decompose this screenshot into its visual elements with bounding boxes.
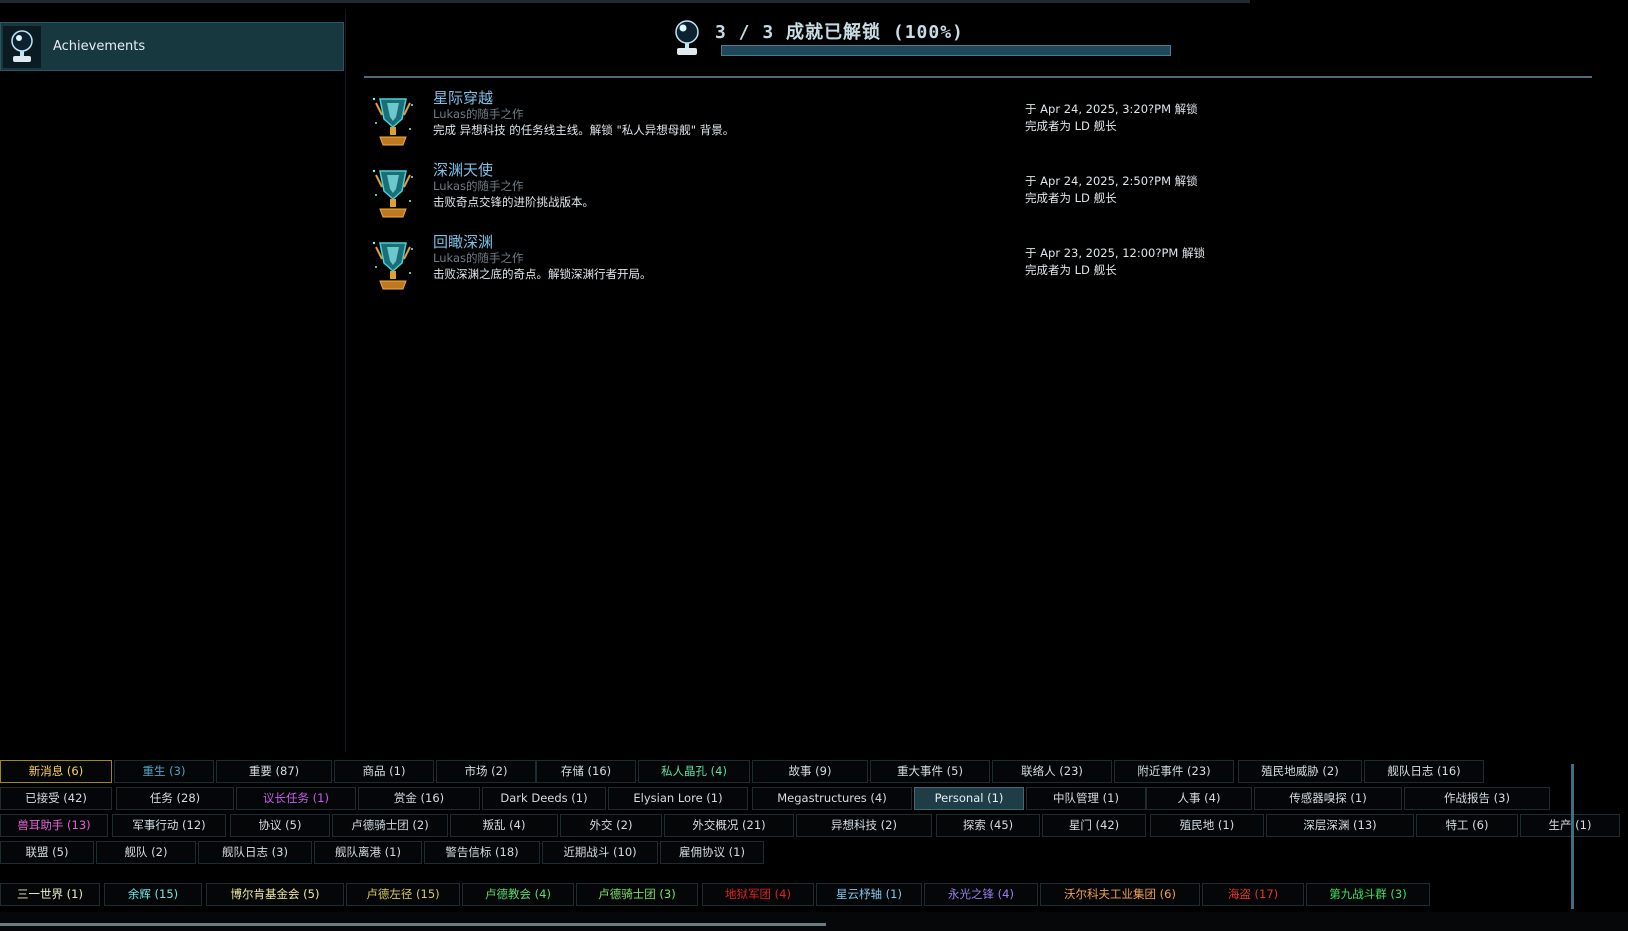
filter-tab[interactable]: 舰队离港 (1)	[314, 841, 422, 864]
achievement-title: 星际穿越	[433, 89, 494, 107]
filter-tab[interactable]: 联络人 (23)	[992, 760, 1112, 783]
filter-tab[interactable]: 中队管理 (1)	[1026, 787, 1146, 810]
unlock-date: 于 Apr 24, 2025, 2:50?PM 解锁	[1025, 174, 1198, 188]
page-title: 3 / 3 成就已解锁 (100%)	[715, 22, 964, 43]
filter-tab[interactable]: 探索 (45)	[936, 814, 1040, 837]
sidebar-item-label: Achievements	[53, 39, 146, 54]
achievement-globe-icon	[3, 25, 41, 68]
filter-tab[interactable]: 舰队 (2)	[96, 841, 196, 864]
achievement-author: Lukas的随手之作	[433, 179, 524, 193]
filter-tab[interactable]: 特工 (6)	[1416, 814, 1518, 837]
top-edge	[0, 0, 1250, 3]
achievement-author: Lukas的随手之作	[433, 107, 524, 121]
filter-tab[interactable]: 已接受 (42)	[0, 787, 112, 810]
faction-filter-tab[interactable]: 卢德左径 (15)	[346, 883, 460, 906]
filter-tab[interactable]: 警告信标 (18)	[424, 841, 540, 864]
achievement-description: 击败深渊之底的奇点。解锁深渊行者开局。	[433, 267, 652, 281]
unlock-date: 于 Apr 24, 2025, 3:20?PM 解锁	[1025, 102, 1198, 116]
completed-by: 完成者为 LD 舰长	[1025, 263, 1117, 277]
faction-filter-tab[interactable]: 星云杼轴 (1)	[816, 883, 922, 906]
filter-tab[interactable]: 军事行动 (12)	[112, 814, 226, 837]
filter-tab[interactable]: 附近事件 (23)	[1114, 760, 1234, 783]
filter-tab[interactable]: 议长任务 (1)	[236, 787, 356, 810]
trophy-icon	[368, 165, 418, 223]
achievement-title: 回瞰深渊	[433, 233, 494, 251]
filter-tab[interactable]: 舰队日志 (3)	[198, 841, 312, 864]
filter-tab[interactable]: 传感器嗅探 (1)	[1254, 787, 1402, 810]
filter-tab[interactable]: 重生 (3)	[114, 760, 214, 783]
filter-tab[interactable]: 雇佣协议 (1)	[660, 841, 764, 864]
filter-tab[interactable]: 重大事件 (5)	[870, 760, 990, 783]
trophy-icon	[368, 93, 418, 151]
sidebar-item-achievements[interactable]: Achievements	[0, 22, 344, 71]
filter-tab[interactable]: 殖民地威胁 (2)	[1238, 760, 1362, 783]
unlock-progress-bar	[721, 45, 1171, 56]
filter-tab[interactable]: 外交概况 (21)	[664, 814, 794, 837]
filter-tab[interactable]: 生产 (1)	[1520, 814, 1620, 837]
filter-tab[interactable]: 联盟 (5)	[0, 841, 94, 864]
filter-tab[interactable]: 近期战斗 (10)	[542, 841, 658, 864]
filter-tab[interactable]: 外交 (2)	[560, 814, 662, 837]
faction-filter-tab[interactable]: 地狱军团 (4)	[702, 883, 814, 906]
faction-filter-tab[interactable]: 卢德骑士团 (3)	[576, 883, 698, 906]
filter-tab[interactable]: 叛乱 (4)	[450, 814, 558, 837]
achievement-row: 深渊天使 Lukas的随手之作击败奇点交锋的进阶挑战版本。 于 Apr 24, 20…	[368, 159, 1368, 231]
filter-tab[interactable]: 故事 (9)	[752, 760, 868, 783]
filter-tab[interactable]: 殖民地 (1)	[1150, 814, 1264, 837]
achievement-row: 星际穿越 Lukas的随手之作完成 异想科技 的任务线主线。解锁 "私人异想母舰"…	[368, 87, 1368, 159]
filter-tab[interactable]: 市场 (2)	[436, 760, 536, 783]
faction-filter-tab[interactable]: 余辉 (15)	[104, 883, 202, 906]
filter-tab[interactable]: Megastructures (4)	[752, 787, 912, 810]
filter-tab[interactable]: 协议 (5)	[230, 814, 330, 837]
trophy-icon	[368, 237, 418, 295]
faction-filter-tab[interactable]: 第九战斗群 (3)	[1306, 883, 1430, 906]
filter-tab[interactable]: Personal (1)	[914, 787, 1024, 810]
filter-tab[interactable]: 作战报告 (3)	[1404, 787, 1550, 810]
faction-filter-tab[interactable]: 沃尔科夫工业集团 (6)	[1040, 883, 1200, 906]
achievement-description: 击败奇点交锋的进阶挑战版本。	[433, 195, 594, 209]
filter-tab[interactable]: Elysian Lore (1)	[608, 787, 748, 810]
faction-filter-tab[interactable]: 三一世界 (1)	[0, 883, 100, 906]
filter-tab[interactable]: 重要 (87)	[216, 760, 332, 783]
faction-filter-tab[interactable]: 永光之锋 (4)	[924, 883, 1038, 906]
filter-tab[interactable]: 商品 (1)	[334, 760, 434, 783]
filter-scrollbar[interactable]	[1571, 764, 1574, 909]
completed-by: 完成者为 LD 舰长	[1025, 191, 1117, 205]
achievement-globe-icon	[672, 18, 702, 58]
message-filter-panel: 新消息 (6) 重生 (3) 重要 (87) 商品 (1) 市场 (2) 存储 (16) 私…	[0, 752, 1628, 931]
achievement-row: 回瞰深渊 Lukas的随手之作击败深渊之底的奇点。解锁深渊行者开局。 于 Apr 2…	[368, 231, 1368, 303]
faction-filter-tab[interactable]: 博尔肯基金会 (5)	[206, 883, 344, 906]
filter-tab[interactable]: 舰队日志 (16)	[1364, 760, 1484, 783]
filter-tab[interactable]: 深层深渊 (13)	[1266, 814, 1414, 837]
filter-tab[interactable]: 私人晶孔 (4)	[638, 760, 750, 783]
filter-tab[interactable]: 任务 (28)	[116, 787, 234, 810]
filter-tab[interactable]: 星门 (42)	[1042, 814, 1146, 837]
bottom-highlight	[0, 923, 826, 926]
achievement-title: 深渊天使	[433, 161, 494, 179]
completed-by: 完成者为 LD 舰长	[1025, 119, 1117, 133]
unlock-date: 于 Apr 23, 2025, 12:00?PM 解锁	[1025, 246, 1205, 260]
filter-tab[interactable]: 异想科技 (2)	[796, 814, 932, 837]
filter-tab[interactable]: Dark Deeds (1)	[482, 787, 606, 810]
filter-tab[interactable]: 新消息 (6)	[0, 760, 112, 783]
header-divider	[364, 76, 1592, 78]
progress-fill	[722, 46, 1170, 55]
faction-filter-tab[interactable]: 卢德教会 (4)	[462, 883, 574, 906]
bottom-bar	[0, 912, 1628, 931]
achievements-header: 3 / 3 成就已解锁 (100%)	[360, 16, 1592, 78]
filter-tab[interactable]: 赏金 (16)	[358, 787, 480, 810]
filter-tab[interactable]: 兽耳助手 (13)	[0, 814, 108, 837]
filter-tab[interactable]: 存储 (16)	[536, 760, 636, 783]
filter-tab[interactable]: 卢德骑士团 (2)	[332, 814, 448, 837]
achievement-author: Lukas的随手之作	[433, 251, 524, 265]
filter-tab[interactable]: 人事 (4)	[1146, 787, 1252, 810]
faction-filter-tab[interactable]: 海盗 (17)	[1202, 883, 1304, 906]
achievement-description: 完成 异想科技 的任务线主线。解锁 "私人异想母舰" 背景。	[433, 123, 735, 137]
left-sidebar: Achievements	[0, 10, 346, 755]
